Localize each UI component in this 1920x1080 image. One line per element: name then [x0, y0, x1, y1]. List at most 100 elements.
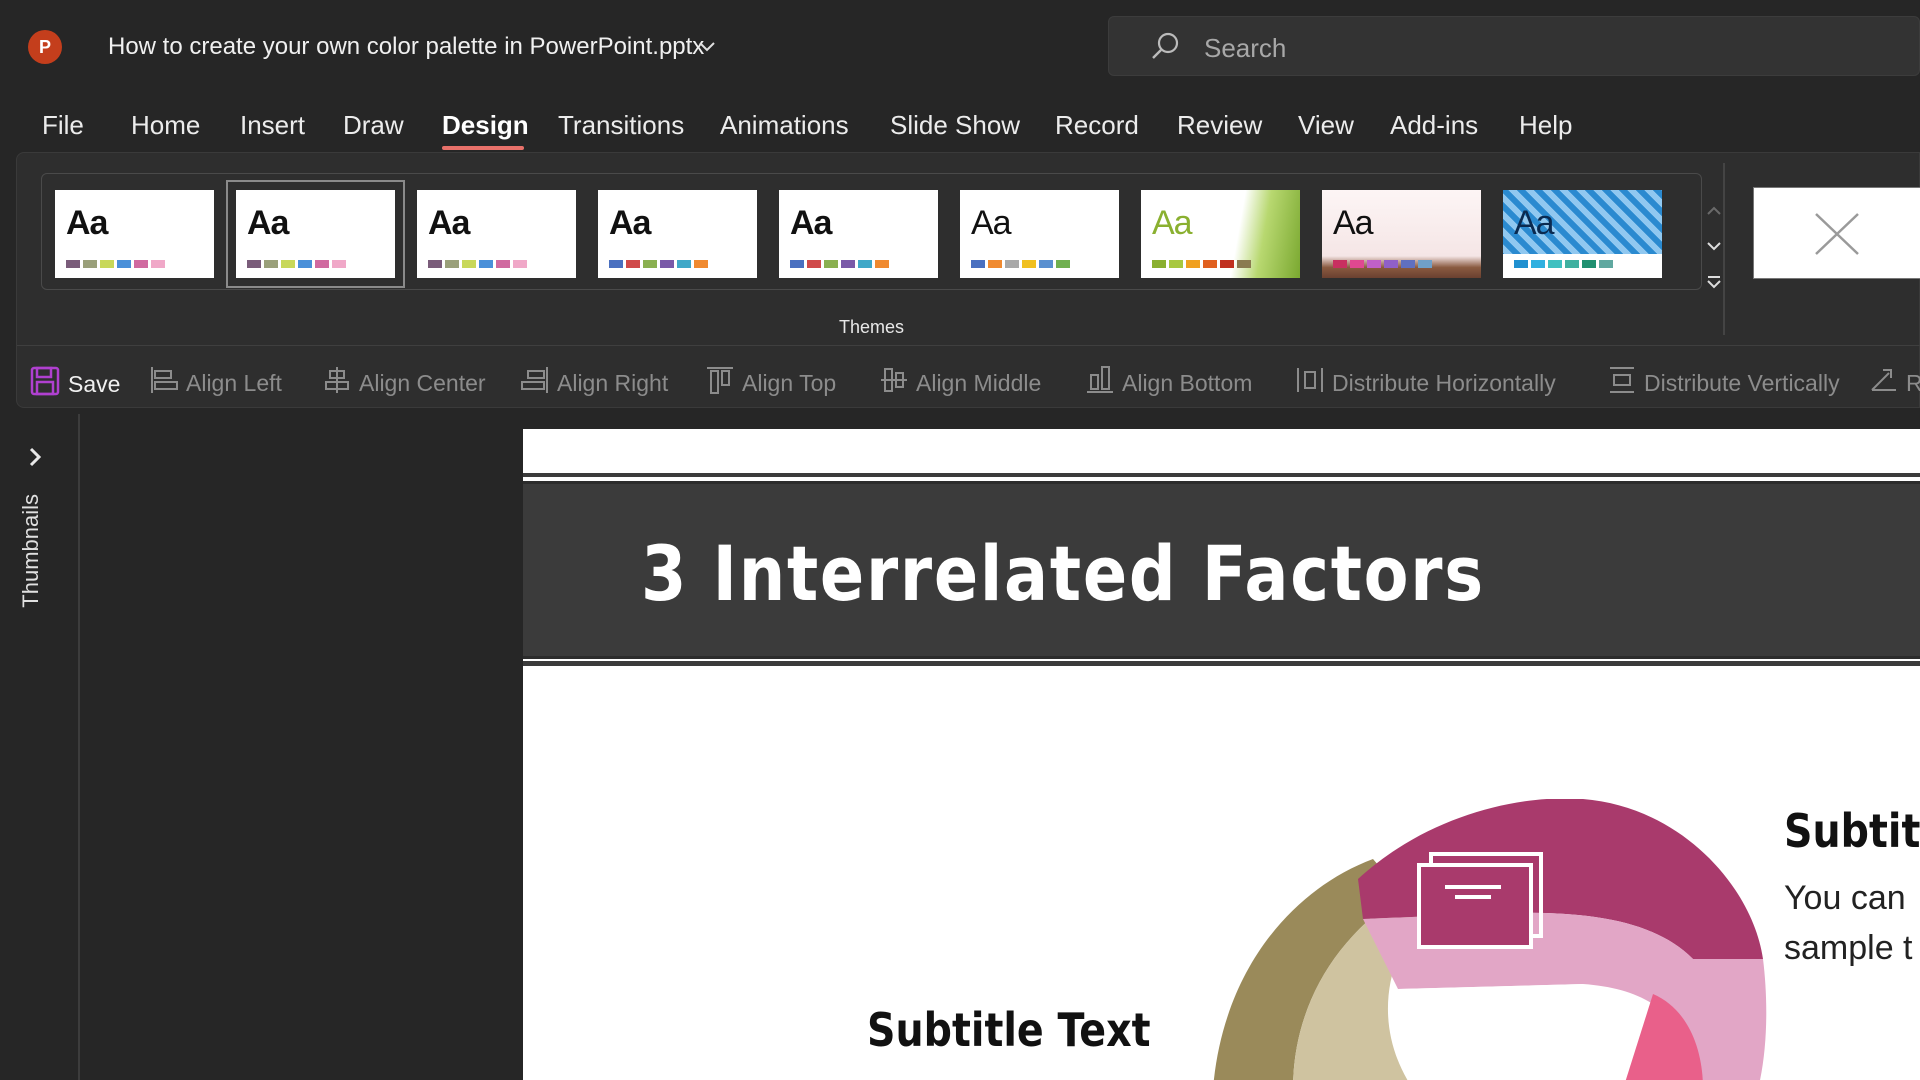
theme-color-swatch: [117, 260, 131, 268]
chevron-down-icon[interactable]: [697, 36, 717, 59]
body-text-line[interactable]: You can: [1784, 879, 1906, 918]
distribute-vertically-label: Distribute Vertically: [1644, 369, 1840, 396]
title-rule-bottom: [523, 661, 1920, 666]
theme-color-swatch: [643, 260, 657, 268]
theme-color-swatch: [83, 260, 97, 268]
tab-record[interactable]: Record: [1055, 110, 1139, 141]
tab-animations[interactable]: Animations: [720, 110, 849, 141]
rotate-button[interactable]: R: [1869, 365, 1920, 401]
theme-thumbnail[interactable]: Aa: [226, 180, 405, 288]
tab-add-ins[interactable]: Add-ins: [1390, 110, 1478, 141]
inner-white: [1398, 984, 1607, 1080]
theme-color-swatch: [1169, 260, 1183, 268]
tab-slide-show[interactable]: Slide Show: [890, 110, 1020, 141]
theme-color-bars: [428, 260, 527, 268]
theme-label: Aa: [247, 204, 289, 242]
tab-home[interactable]: Home: [131, 110, 200, 141]
subtitle-right[interactable]: Subtitl: [1784, 804, 1920, 858]
theme-color-swatch: [790, 260, 804, 268]
theme-color-swatch: [1237, 260, 1251, 268]
theme-color-swatch: [496, 260, 510, 268]
theme-thumbnail[interactable]: Aa: [417, 190, 576, 278]
theme-color-swatch: [660, 260, 674, 268]
theme-thumbnail[interactable]: Aa: [55, 190, 214, 278]
align-left-label: Align Left: [186, 369, 282, 396]
align-right-button[interactable]: Align Right: [520, 365, 668, 401]
chevron-right-icon[interactable]: [26, 444, 44, 475]
theme-color-swatch: [264, 260, 278, 268]
theme-color-swatch: [626, 260, 640, 268]
theme-thumbnail[interactable]: Aa: [1141, 190, 1300, 278]
theme-label: Aa: [1333, 204, 1374, 242]
distribute-horizontally-icon: [1295, 365, 1325, 401]
theme-label: Aa: [971, 204, 1012, 242]
theme-thumbnail[interactable]: Aa: [598, 190, 757, 278]
save-button[interactable]: Save: [29, 365, 120, 403]
close-icon: [1815, 213, 1859, 255]
theme-thumbnail[interactable]: Aa: [1503, 190, 1662, 278]
theme-color-swatch: [134, 260, 148, 268]
theme-color-swatch: [247, 260, 261, 268]
tab-design[interactable]: Design: [442, 110, 529, 141]
body-text-line[interactable]: sample t: [1784, 929, 1913, 968]
align-top-icon: [705, 365, 735, 401]
themes-group-label: Themes: [839, 317, 905, 337]
tab-insert[interactable]: Insert: [240, 110, 305, 141]
theme-color-swatch: [1056, 260, 1070, 268]
align-middle-label: Align Middle: [916, 369, 1042, 396]
theme-color-bars: [247, 260, 346, 268]
theme-color-swatch: [971, 260, 985, 268]
align-left-button[interactable]: Align Left: [149, 365, 282, 401]
theme-thumbnail[interactable]: Aa: [960, 190, 1119, 278]
theme-color-swatch: [1418, 260, 1432, 268]
align-center-label: Align Center: [359, 369, 486, 396]
distribute-horizontally-button[interactable]: Distribute Horizontally: [1295, 365, 1556, 401]
align-middle-icon: [879, 365, 909, 401]
distribute-vertically-icon: [1607, 365, 1637, 401]
tab-view[interactable]: View: [1298, 110, 1354, 141]
slide-title[interactable]: 3 Interrelated Factors: [641, 529, 1485, 618]
theme-color-bars: [1333, 260, 1432, 268]
tab-draw[interactable]: Draw: [343, 110, 404, 141]
window-icon: [1417, 852, 1543, 949]
slide-canvas[interactable]: 3 Interrelated Factors Subtitle Text Sub…: [523, 429, 1920, 1080]
subtitle-left[interactable]: Subtitle Text: [867, 1003, 1151, 1057]
tab-file[interactable]: File: [42, 110, 84, 141]
align-top-button[interactable]: Align Top: [705, 365, 836, 401]
theme-color-swatch: [479, 260, 493, 268]
tab-help[interactable]: Help: [1519, 110, 1572, 141]
distribute-vertically-button[interactable]: Distribute Vertically: [1607, 365, 1840, 401]
theme-color-swatch: [1186, 260, 1200, 268]
theme-color-swatch: [1401, 260, 1415, 268]
theme-thumbnail[interactable]: Aa: [1322, 190, 1481, 278]
search-icon: [1149, 30, 1181, 62]
theme-color-swatch: [1152, 260, 1166, 268]
search-placeholder: Search: [1204, 33, 1287, 63]
variant-card[interactable]: [1753, 187, 1920, 279]
interrelated-cycle-graphic[interactable]: [1183, 799, 1803, 1080]
theme-label: Aa: [1514, 204, 1555, 242]
theme-color-bars: [971, 260, 1070, 268]
thumbnails-toggle[interactable]: Thumbnails: [18, 494, 58, 614]
theme-color-swatch: [445, 260, 459, 268]
save-icon: [29, 365, 61, 403]
theme-color-swatch: [1367, 260, 1381, 268]
tab-review[interactable]: Review: [1177, 110, 1262, 141]
tab-transitions[interactable]: Transitions: [558, 110, 684, 141]
document-title[interactable]: How to create your own color palette in …: [108, 33, 704, 61]
align-center-button[interactable]: Align Center: [322, 365, 486, 401]
theme-label: Aa: [609, 204, 651, 242]
powerpoint-logo-icon[interactable]: P: [28, 30, 62, 64]
search-input[interactable]: Search: [1108, 16, 1920, 76]
theme-thumbnail[interactable]: Aa: [779, 190, 938, 278]
align-right-icon: [520, 365, 550, 401]
theme-color-swatch: [1022, 260, 1036, 268]
theme-color-swatch: [1514, 260, 1528, 268]
align-bottom-button[interactable]: Align Bottom: [1085, 365, 1252, 401]
theme-color-swatch: [513, 260, 527, 268]
align-middle-button[interactable]: Align Middle: [879, 365, 1041, 401]
theme-color-swatch: [824, 260, 838, 268]
ribbon-tabs: File Home Insert Draw Design Transitions…: [0, 100, 1920, 152]
align-right-label: Align Right: [557, 369, 669, 396]
theme-color-bars: [1152, 260, 1251, 268]
